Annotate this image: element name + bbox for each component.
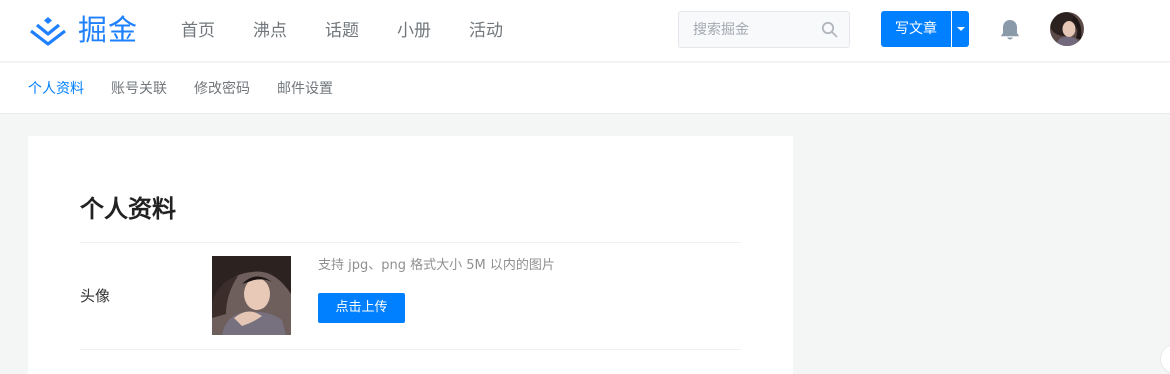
nav-item-events[interactable]: 活动	[469, 0, 503, 62]
nav-item-books[interactable]: 小册	[397, 0, 431, 62]
avatar-field-label: 头像	[80, 287, 111, 305]
avatar-photo	[1050, 12, 1084, 46]
subnav-item-change-password[interactable]: 修改密码	[194, 78, 250, 98]
divider	[80, 349, 741, 350]
floating-help-button[interactable]	[1160, 344, 1170, 374]
user-avatar[interactable]	[1050, 12, 1084, 46]
main-nav: 首页 沸点 话题 小册 活动	[181, 0, 541, 62]
divider	[80, 242, 741, 243]
bell-icon[interactable]	[999, 18, 1021, 42]
nav-item-home[interactable]: 首页	[181, 0, 215, 62]
page-title: 个人资料	[80, 195, 176, 223]
nav-item-pins[interactable]: 沸点	[253, 0, 287, 62]
write-menu-chevron-down-icon[interactable]	[952, 11, 969, 47]
settings-subnav: 个人资料 账号关联 修改密码 邮件设置	[0, 63, 1170, 114]
avatar-preview[interactable]	[212, 256, 291, 335]
avatar-preview-photo	[212, 256, 291, 335]
search-icon[interactable]	[821, 21, 838, 38]
profile-card: 个人资料 头像 支持 jpg、png 格式大小 5M 以内的图片 点击上传	[28, 136, 793, 374]
upload-button[interactable]: 点击上传	[318, 293, 405, 323]
logo-text: 掘金	[78, 13, 139, 47]
search-input[interactable]	[679, 12, 819, 47]
subnav-item-account-binding[interactable]: 账号关联	[111, 78, 167, 98]
nav-item-topics[interactable]: 话题	[325, 0, 359, 62]
juejin-logo-icon	[30, 17, 66, 46]
write-article-button[interactable]: 写文章	[881, 11, 951, 47]
subnav-item-profile[interactable]: 个人资料	[28, 78, 84, 98]
logo[interactable]: 掘金	[28, 10, 138, 50]
search-box	[678, 11, 850, 48]
top-navbar: 掘金 首页 沸点 话题 小册 活动 写文章	[0, 0, 1170, 62]
subnav-item-email-settings[interactable]: 邮件设置	[277, 78, 333, 98]
upload-hint: 支持 jpg、png 格式大小 5M 以内的图片	[318, 258, 555, 273]
